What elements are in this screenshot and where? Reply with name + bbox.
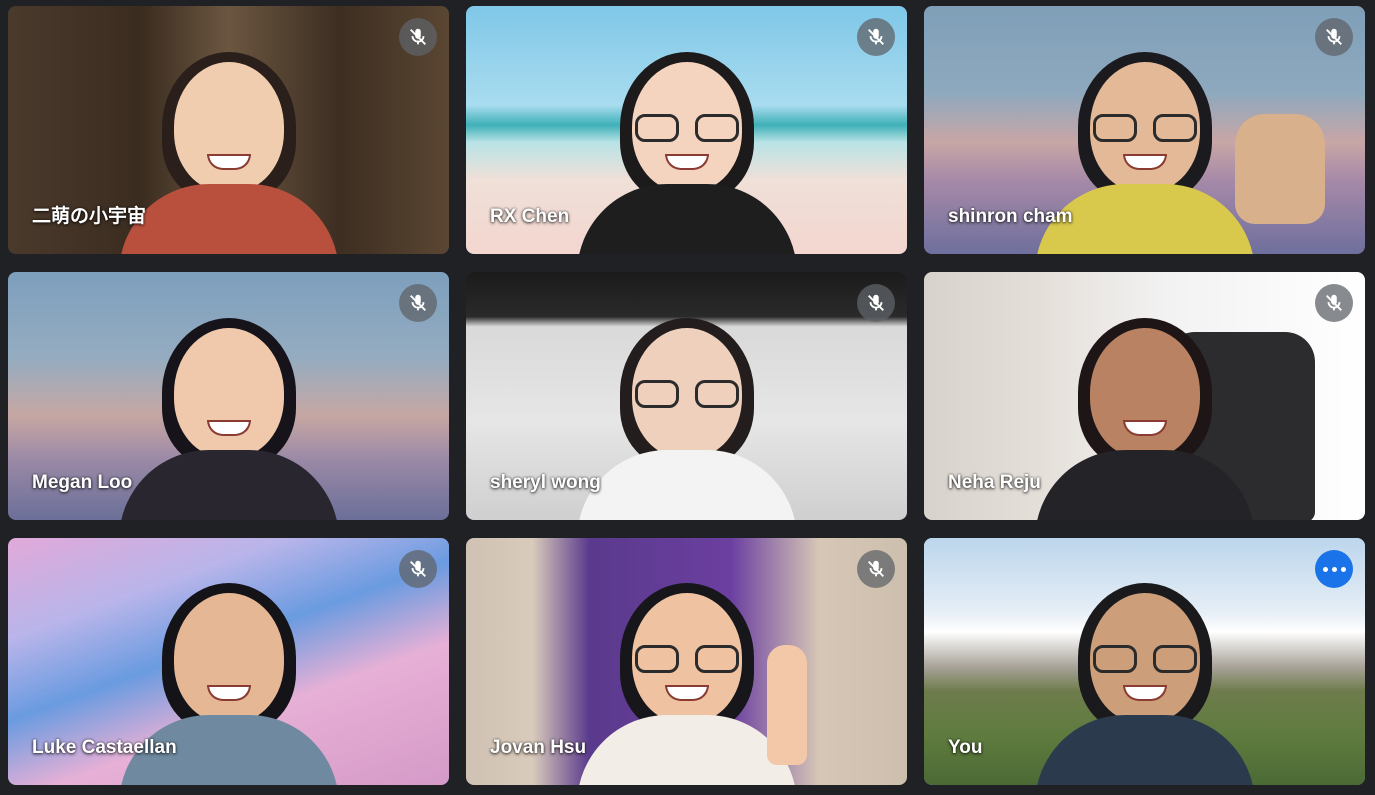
thumbs-up-hand — [1235, 114, 1325, 224]
participant-video — [118, 44, 339, 254]
participant-tile[interactable]: shinron cham — [924, 6, 1365, 254]
mic-off-icon — [1315, 18, 1353, 56]
participant-tile[interactable]: Neha Reju — [924, 272, 1365, 520]
participant-name: sheryl wong — [490, 472, 601, 493]
participant-name: shinron cham — [948, 206, 1073, 227]
video-grid: 二萌の小宇宙 RX Chen shinron cham Megan Loo sh… — [8, 6, 1366, 786]
participant-name: RX Chen — [490, 206, 570, 227]
mic-off-icon — [399, 550, 437, 588]
self-tile[interactable]: You — [924, 538, 1365, 785]
participant-video — [1034, 575, 1255, 785]
mic-off-icon — [1315, 284, 1353, 322]
participant-video — [576, 575, 797, 785]
participant-tile[interactable]: 二萌の小宇宙 — [8, 6, 449, 254]
mic-off-icon — [399, 284, 437, 322]
mic-off-icon — [857, 284, 895, 322]
mic-off-icon — [399, 18, 437, 56]
participant-tile[interactable]: Jovan Hsu — [466, 538, 907, 785]
participant-name: Neha Reju — [948, 472, 1041, 493]
participant-video — [118, 310, 339, 520]
participant-name: 二萌の小宇宙 — [32, 206, 147, 227]
more-options-icon — [1322, 566, 1328, 572]
participant-name: Megan Loo — [32, 472, 133, 493]
participant-name: Jovan Hsu — [490, 737, 587, 758]
peace-sign-hand — [767, 645, 807, 765]
mic-off-icon — [857, 18, 895, 56]
participant-tile[interactable]: sheryl wong — [466, 272, 907, 520]
participant-name: Luke Castaellan — [32, 737, 177, 758]
participant-name: You — [948, 737, 983, 758]
participant-tile[interactable]: Luke Castaellan — [8, 538, 449, 785]
participant-video — [576, 310, 797, 520]
participant-video — [1034, 310, 1255, 520]
participant-video — [576, 44, 797, 254]
participant-tile[interactable]: RX Chen — [466, 6, 907, 254]
more-options-button[interactable] — [1315, 550, 1353, 588]
mic-off-icon — [857, 550, 895, 588]
participant-tile[interactable]: Megan Loo — [8, 272, 449, 520]
